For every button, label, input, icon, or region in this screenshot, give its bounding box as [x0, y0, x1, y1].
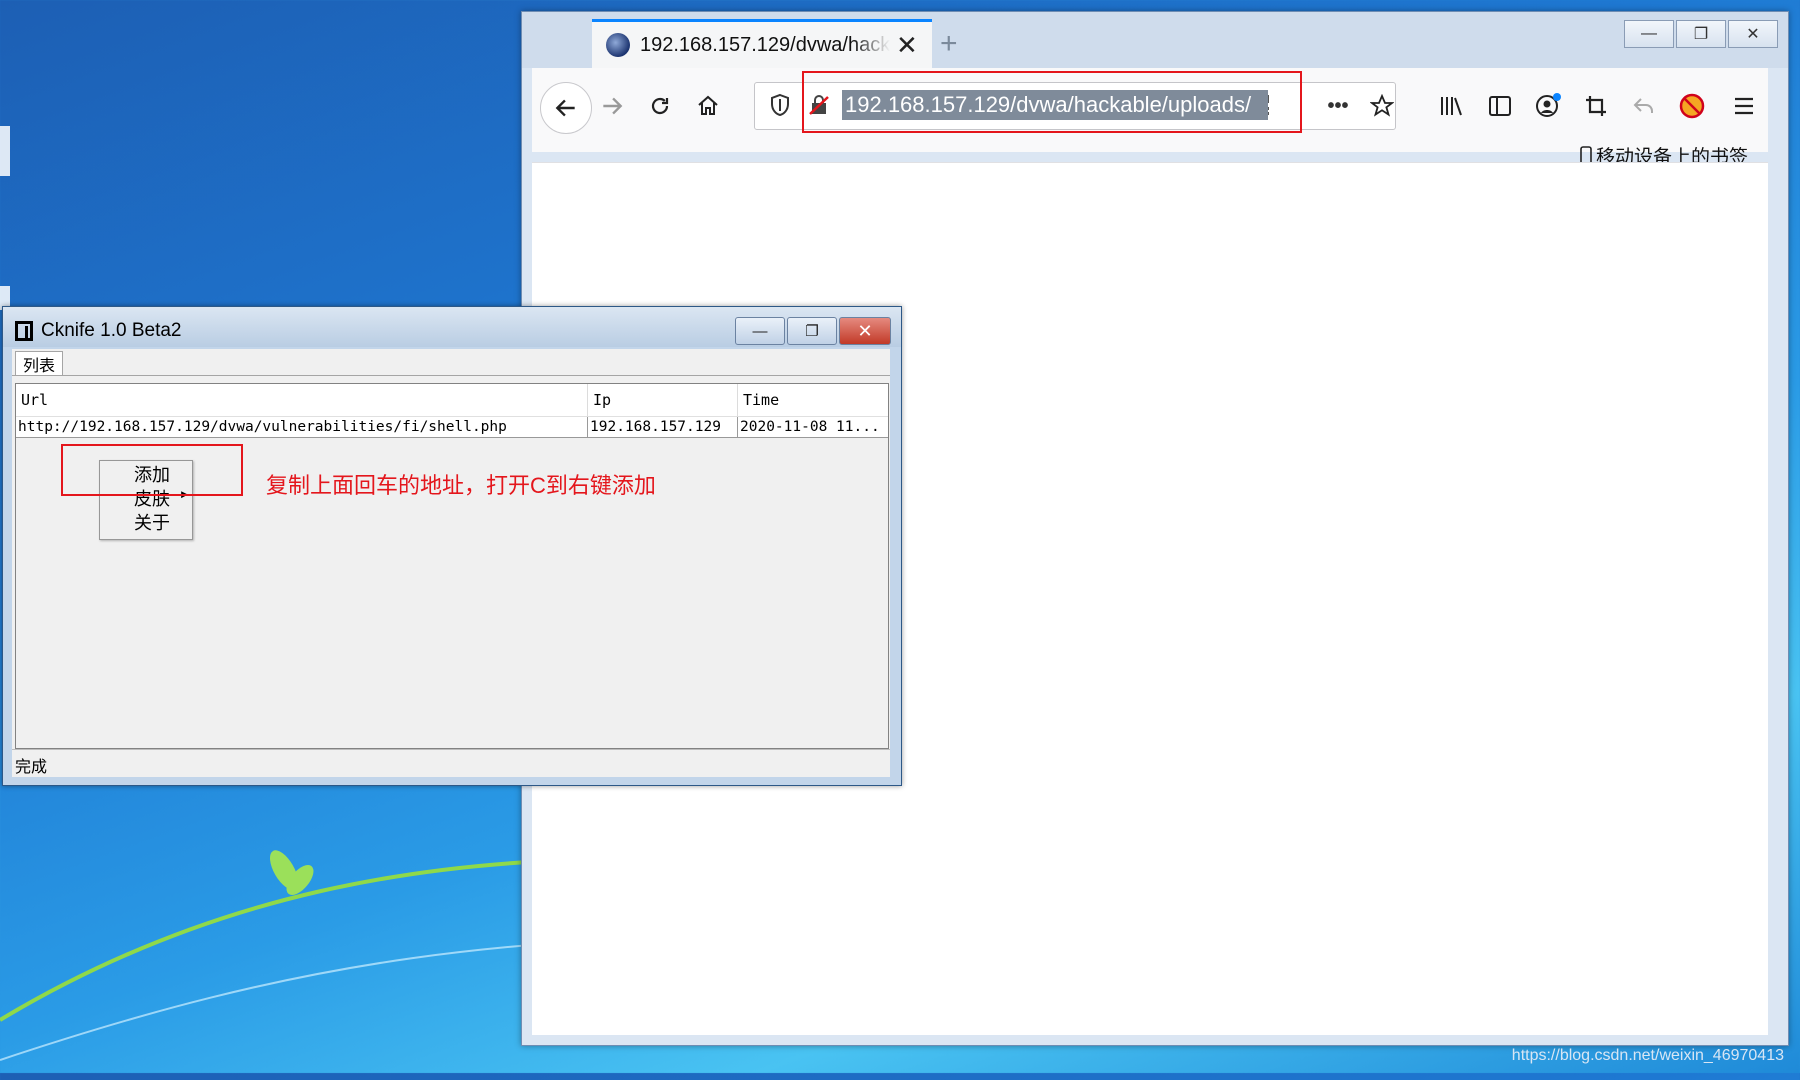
window-controls: — ❐ ✕ [1624, 20, 1778, 48]
tab-list[interactable]: 列表 [15, 351, 63, 376]
column-header-url[interactable]: Url [16, 384, 588, 416]
screenshot-button[interactable] [1576, 86, 1616, 126]
new-tab-button[interactable]: + [940, 27, 958, 61]
cknife-window: Cknife 1.0 Beta2 — ❐ ✕ 列表 Url Ip Time ht… [2, 306, 902, 786]
sidebar-button[interactable] [1480, 86, 1520, 126]
account-icon [1536, 93, 1561, 117]
undo-button[interactable] [1624, 86, 1664, 126]
add-highlight-box [61, 444, 243, 496]
minimize-button[interactable]: — [735, 317, 785, 345]
library-icon [1441, 97, 1462, 116]
forward-arrow-icon [603, 97, 623, 115]
status-text: 完成 [15, 759, 48, 776]
back-button[interactable] [540, 82, 592, 134]
app-icon [15, 321, 33, 341]
cell-url: http://192.168.157.129/dvwa/vulnerabilit… [16, 417, 588, 437]
cell-ip: 192.168.157.129 [588, 417, 738, 437]
block-icon [1679, 93, 1705, 119]
home-button[interactable] [688, 86, 728, 126]
tab-title: 192.168.157.129/dvwa/hackable/uploads/ [640, 33, 890, 56]
crop-icon [1586, 96, 1606, 116]
column-header-time[interactable]: Time [738, 384, 888, 416]
close-button[interactable]: ✕ [839, 317, 891, 345]
navigation-toolbar: 192.168.157.129/dvwa/hackable/uploads/ •… [532, 68, 1768, 168]
leaf-icon [270, 850, 314, 895]
maximize-button[interactable]: ❐ [787, 317, 837, 345]
shield-icon[interactable] [769, 93, 791, 122]
browser-tab[interactable]: 192.168.157.129/dvwa/hackable/uploads/ ✕ [592, 19, 932, 68]
hamburger-icon [1735, 97, 1753, 115]
tab-strip: 192.168.157.129/dvwa/hackable/uploads/ ✕… [522, 12, 1788, 68]
page-actions-menu[interactable]: ••• [1318, 86, 1358, 126]
watermark: https://blog.csdn.net/weixin_46970413 [1511, 1047, 1784, 1064]
account-button[interactable] [1528, 86, 1568, 126]
desktop-icon-edge[interactable] [0, 126, 10, 176]
menu-item-about[interactable]: 关于 [134, 512, 170, 534]
annotation-text: 复制上面回车的地址，打开C到右键添加 [266, 473, 656, 498]
window-title: Cknife 1.0 Beta2 [41, 320, 182, 341]
reload-button[interactable] [640, 86, 680, 126]
undo-icon [1633, 98, 1653, 113]
blocker-extension-button[interactable] [1672, 86, 1712, 126]
maximize-button[interactable]: ❐ [1676, 20, 1726, 48]
cknife-body: 列表 Url Ip Time http://192.168.157.129/dv… [12, 349, 890, 777]
url-highlight-box [802, 71, 1302, 133]
library-button[interactable] [1432, 86, 1472, 126]
shell-table[interactable]: Url Ip Time http://192.168.157.129/dvwa/… [15, 383, 889, 749]
cknife-titlebar[interactable]: Cknife 1.0 Beta2 — ❐ ✕ [3, 307, 901, 347]
table-header: Url Ip Time [16, 384, 888, 417]
column-header-ip[interactable]: Ip [588, 384, 738, 416]
tab-close-icon[interactable]: ✕ [896, 32, 918, 58]
status-divider [12, 749, 890, 750]
table-row[interactable]: http://192.168.157.129/dvwa/vulnerabilit… [16, 417, 888, 438]
tab-divider [12, 375, 890, 376]
close-button[interactable]: ✕ [1728, 20, 1778, 48]
reload-icon [651, 97, 669, 115]
minimize-button[interactable]: — [1624, 20, 1674, 48]
home-icon [698, 95, 718, 115]
sidebar-icon [1489, 96, 1511, 116]
star-icon [1370, 94, 1394, 117]
back-arrow-icon [555, 99, 575, 117]
forward-button[interactable] [592, 86, 632, 126]
favicon-icon [606, 33, 630, 57]
cell-time: 2020-11-08 11... [740, 419, 880, 435]
hamburger-menu-button[interactable] [1724, 86, 1764, 126]
bookmark-star-button[interactable] [1362, 86, 1402, 126]
window-controls: — ❐ ✕ [735, 317, 891, 345]
